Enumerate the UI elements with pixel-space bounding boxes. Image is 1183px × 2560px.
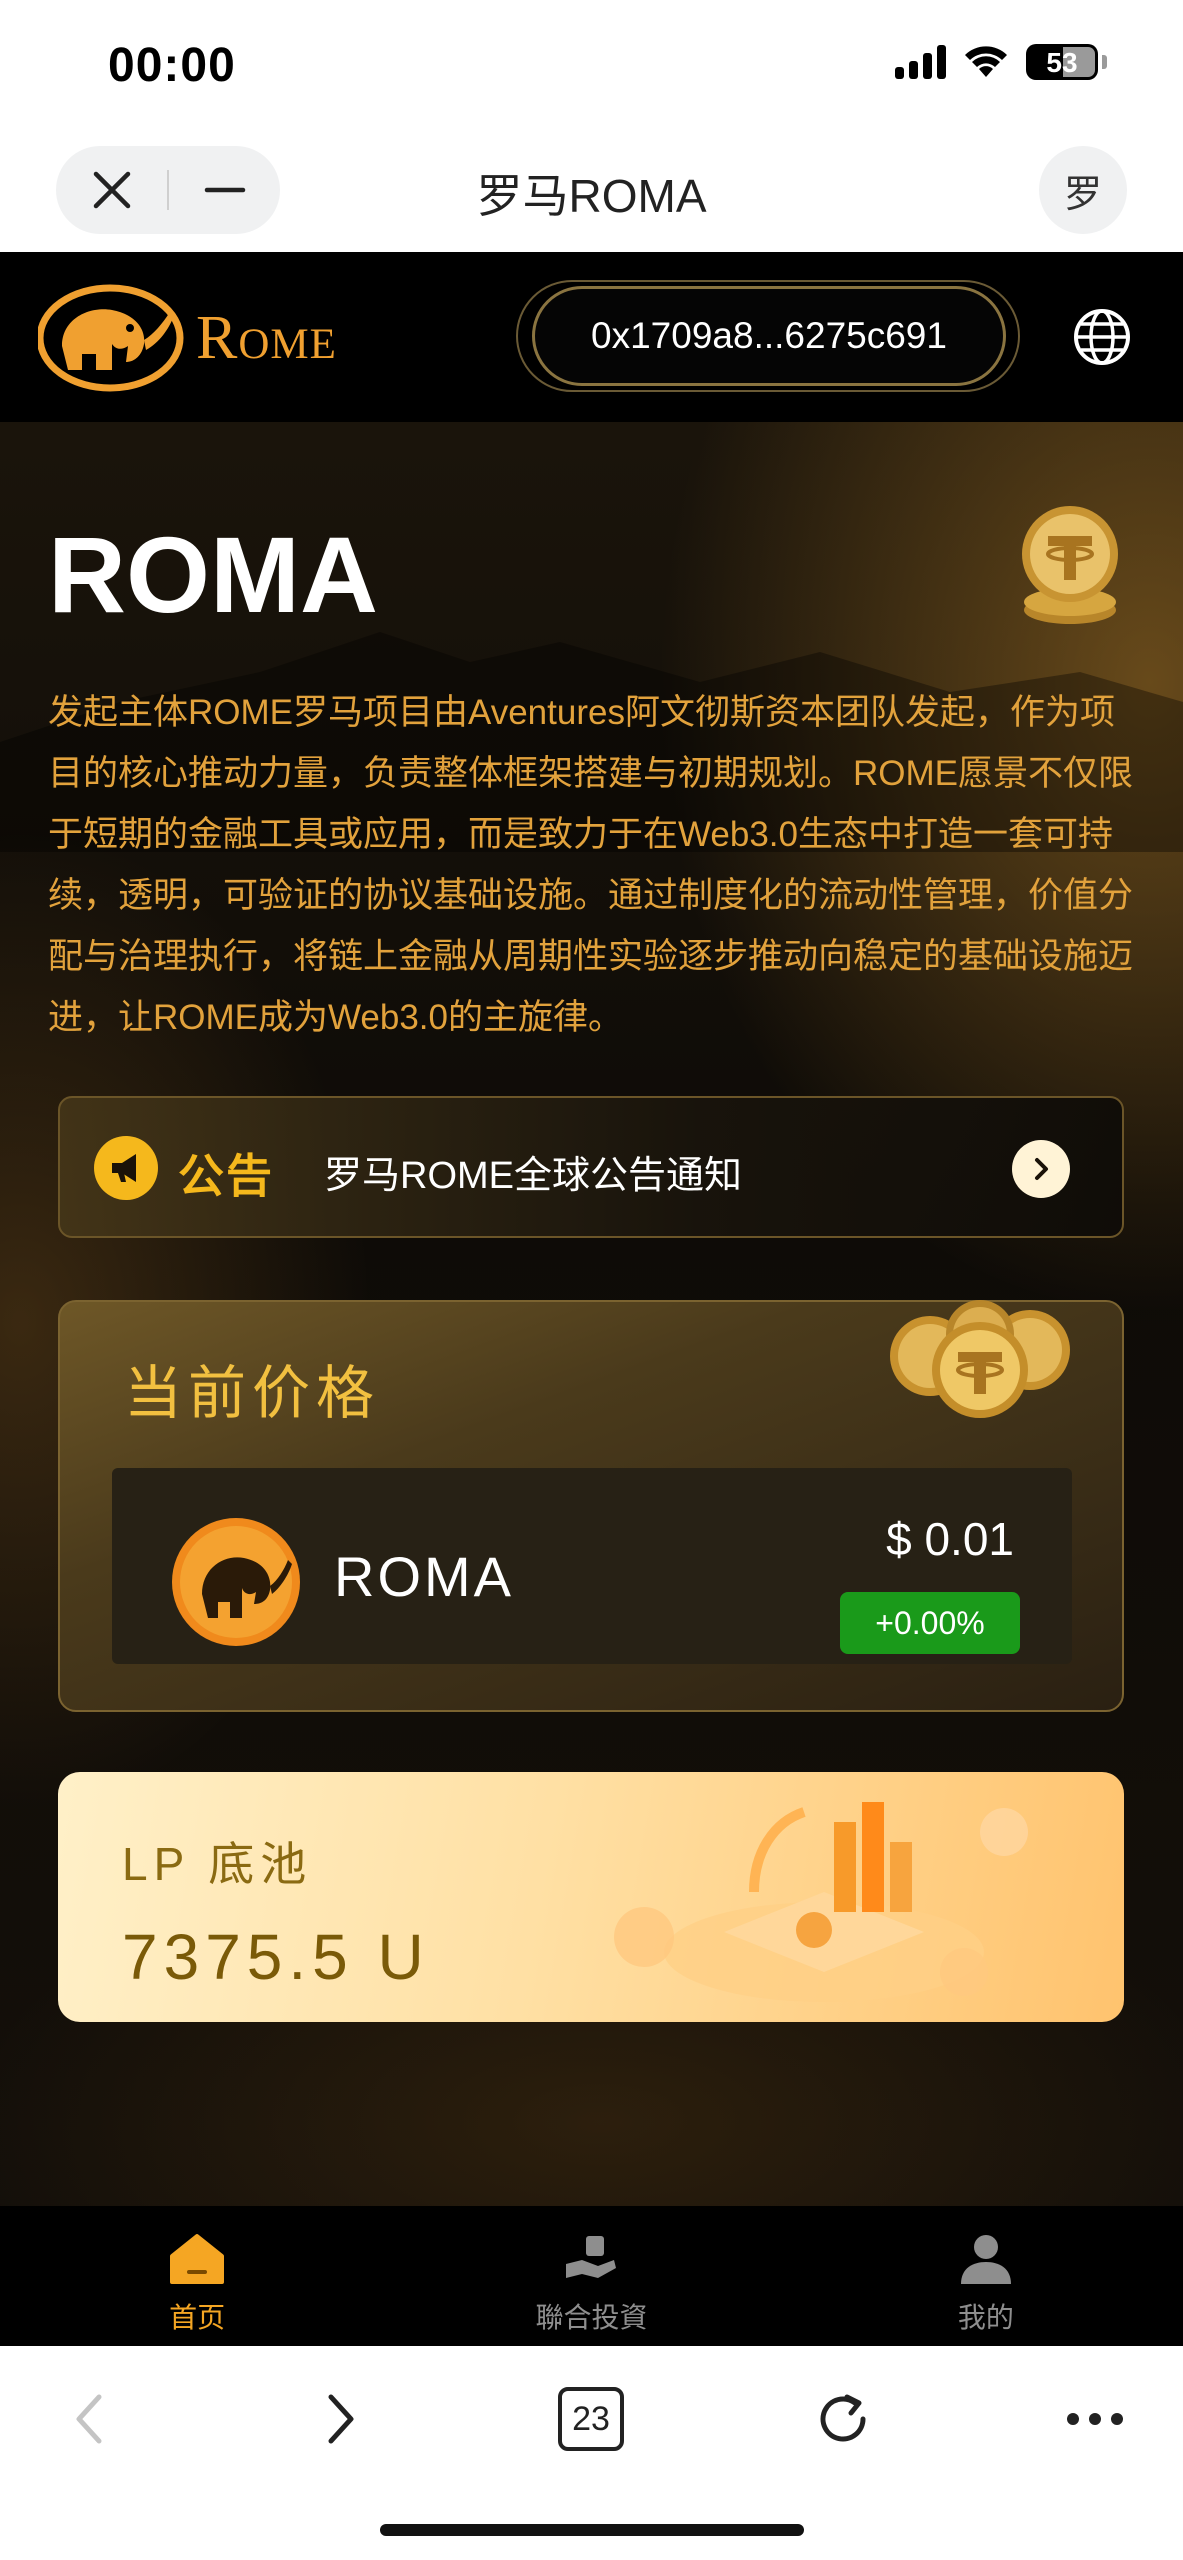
tabs-icon: 23 [558, 2387, 624, 2451]
invest-icon [566, 2236, 617, 2278]
reload-button[interactable] [798, 2374, 888, 2464]
announcement-bar[interactable]: 公告 罗马ROME全球公告通知 [58, 1096, 1124, 1238]
megaphone-icon [94, 1136, 158, 1200]
finance-illustration-icon [614, 1802, 1028, 2002]
cellular-signal-icon [895, 45, 946, 79]
lp-pool-label: LP 底池 [122, 1838, 313, 1890]
battery-tip [1102, 55, 1107, 69]
back-button[interactable] [44, 2374, 134, 2464]
chevron-right-icon[interactable] [1012, 1140, 1070, 1198]
avatar[interactable]: 罗 [1039, 146, 1127, 234]
tab-joint-invest[interactable]: 聯合投資 [394, 2206, 788, 2346]
lp-pool-card: LP 底池 7375.5 U [58, 1772, 1124, 2022]
reload-icon [820, 2394, 866, 2442]
more-icon [1067, 2413, 1123, 2425]
wifi-icon [965, 46, 1007, 77]
forward-icon [328, 2394, 354, 2444]
bottom-tab-bar: 首页 聯合投資 我的 [0, 2206, 1183, 2346]
tab-label: 首页 [169, 2302, 226, 2333]
token-price-row: ROMA $ 0.01 +0.00% [112, 1468, 1072, 1664]
price-change-badge: +0.00% [840, 1592, 1020, 1654]
tab-label: 聯合投資 [535, 2302, 648, 2333]
globe-icon[interactable] [1073, 308, 1131, 366]
announcement-text: 罗马ROME全球公告通知 [324, 1155, 743, 1197]
rome-logo[interactable]: Rome [38, 284, 337, 392]
tab-label: 我的 [957, 2302, 1014, 2333]
hero-description: 发起主体ROME罗马项目由Aventures阿文彻斯资本团队发起，作为项目的核心… [48, 693, 1134, 1037]
status-time: 00:00 [108, 39, 236, 92]
home-icon [170, 2234, 225, 2284]
usdt-coin-icon [1022, 506, 1118, 624]
logo-text: Rome [196, 303, 337, 372]
tab-mine[interactable]: 我的 [789, 2206, 1183, 2346]
lp-pool-value: 7375.5 U [122, 1921, 430, 1993]
status-icons: 53 [895, 44, 1107, 80]
tabs-button[interactable]: 23 [546, 2374, 636, 2464]
browser-nav-bar: 罗马ROMA 罗 [0, 130, 1183, 252]
wallet-address-button[interactable]: 0x1709a8...6275c691 [532, 286, 1006, 386]
tab-home[interactable]: 首页 [0, 2206, 394, 2346]
app-content: Rome 0x1709a8...6275c691 ROMA 发起主体ROME罗马… [0, 252, 1183, 2346]
forward-button[interactable] [296, 2374, 386, 2464]
hero-title: ROMA [48, 514, 378, 635]
elephant-logo-icon [38, 284, 184, 392]
announcement-tag: 公告 [178, 1150, 274, 1202]
coins-cluster-icon [890, 1300, 1070, 1418]
token-name: ROMA [334, 1545, 514, 1608]
app-header: Rome 0x1709a8...6275c691 [0, 252, 1183, 422]
current-price-card: 当前价格 ROMA $ 0.01 +0.00% [58, 1300, 1124, 1712]
page-title: 罗马ROMA [476, 170, 707, 222]
more-button[interactable] [1050, 2374, 1140, 2464]
roma-token-logo-icon [172, 1518, 300, 1646]
profile-icon [960, 2235, 1011, 2284]
status-bar: 00:00 53 [0, 0, 1183, 130]
home-indicator [380, 2524, 804, 2536]
battery-icon: 53 [1026, 44, 1098, 80]
token-price: $ 0.01 [886, 1513, 1014, 1565]
current-price-label: 当前价格 [124, 1361, 381, 1426]
wallet-frame: 0x1709a8...6275c691 [516, 280, 1020, 392]
battery-percent: 53 [1046, 47, 1078, 78]
back-icon [76, 2394, 102, 2444]
